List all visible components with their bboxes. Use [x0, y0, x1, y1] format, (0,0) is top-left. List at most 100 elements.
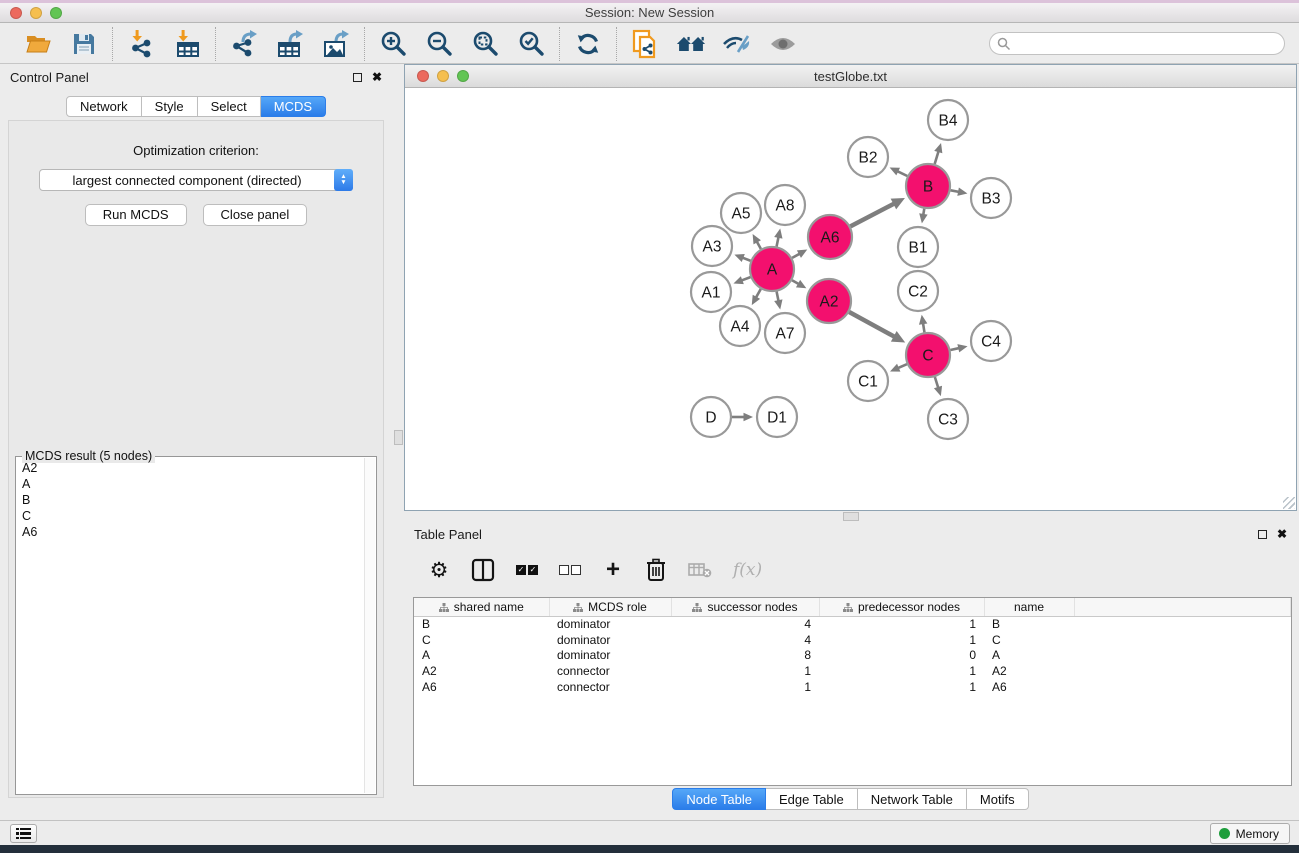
mcds-result-list[interactable]: A2ABCA6 — [19, 460, 363, 791]
edge-A-A7[interactable] — [777, 292, 779, 302]
float-table-panel-icon[interactable] — [1258, 530, 1267, 539]
zoom-view-button[interactable] — [457, 70, 469, 82]
cell-shared-name[interactable]: A2 — [414, 663, 549, 679]
table-row[interactable]: A6connector11A6 — [414, 679, 1291, 695]
cell-predecessor-nodes[interactable]: 1 — [819, 679, 984, 695]
column-header-successor-nodes[interactable]: successor nodes — [671, 598, 819, 616]
cell-successor-nodes[interactable]: 1 — [671, 679, 819, 695]
show-all-icon[interactable] — [768, 29, 798, 59]
edge-A-A4[interactable] — [756, 289, 761, 298]
cell-successor-nodes[interactable]: 8 — [671, 648, 819, 664]
edge-B-B4[interactable] — [935, 151, 939, 164]
zoom-out-icon[interactable] — [424, 29, 454, 59]
cell-predecessor-nodes[interactable]: 1 — [819, 632, 984, 648]
tab-mcds[interactable]: MCDS — [261, 96, 326, 117]
tab-style[interactable]: Style — [142, 96, 198, 117]
cell-successor-nodes[interactable]: 4 — [671, 616, 819, 632]
hide-selected-icon[interactable] — [722, 29, 752, 59]
cell-name[interactable]: C — [984, 632, 1074, 648]
save-session-icon[interactable] — [69, 29, 99, 59]
cell-predecessor-nodes[interactable]: 1 — [819, 663, 984, 679]
cell-name[interactable]: A6 — [984, 679, 1074, 695]
open-session-icon[interactable] — [23, 29, 53, 59]
table-row[interactable]: A2connector11A2 — [414, 663, 1291, 679]
network-canvas[interactable]: AA1A2A3A4A5A6A7A8BB1B2B3B4CC1C2C3C4DD1 — [405, 88, 1296, 510]
add-column-icon[interactable]: + — [602, 557, 624, 583]
export-table-icon[interactable] — [275, 29, 305, 59]
result-item[interactable]: A2 — [19, 460, 363, 476]
column-header-predecessor-nodes[interactable]: predecessor nodes — [819, 598, 984, 616]
edge-A2-C[interactable] — [849, 312, 895, 337]
memory-button[interactable]: Memory — [1210, 823, 1290, 844]
zoom-fit-icon[interactable] — [470, 29, 500, 59]
export-image-icon[interactable] — [321, 29, 351, 59]
edge-C-C3[interactable] — [935, 377, 939, 389]
zoom-in-icon[interactable] — [378, 29, 408, 59]
export-network-icon[interactable] — [229, 29, 259, 59]
result-scrollbar[interactable] — [364, 458, 375, 793]
column-visibility-icon[interactable] — [471, 557, 495, 583]
criterion-dropdown[interactable]: largest connected component (directed) ▲… — [39, 169, 353, 191]
cell-successor-nodes[interactable]: 1 — [671, 663, 819, 679]
result-item[interactable]: C — [19, 508, 363, 524]
select-all-icon[interactable]: ✓✓ — [516, 557, 538, 583]
cell-name[interactable]: B — [984, 616, 1074, 632]
table-row[interactable]: Cdominator41C — [414, 632, 1291, 648]
new-network-from-selection-icon[interactable] — [630, 29, 660, 59]
run-mcds-button[interactable]: Run MCDS — [85, 204, 187, 226]
tab-edge-table[interactable]: Edge Table — [766, 788, 858, 810]
tab-network[interactable]: Network — [66, 96, 142, 117]
minimize-view-button[interactable] — [437, 70, 449, 82]
cell-MCDS-role[interactable]: connector — [549, 663, 671, 679]
edge-A6-B[interactable] — [850, 203, 894, 226]
import-network-icon[interactable] — [126, 29, 156, 59]
close-panel-icon[interactable]: ✖ — [372, 72, 382, 82]
close-table-panel-icon[interactable]: ✖ — [1277, 529, 1287, 539]
delete-column-icon[interactable] — [645, 557, 667, 583]
cell-MCDS-role[interactable]: dominator — [549, 616, 671, 632]
result-item[interactable]: A — [19, 476, 363, 492]
cell-shared-name[interactable]: C — [414, 632, 549, 648]
minimize-window-button[interactable] — [30, 7, 42, 19]
cell-shared-name[interactable]: A6 — [414, 679, 549, 695]
tab-motifs[interactable]: Motifs — [967, 788, 1029, 810]
refresh-icon[interactable] — [573, 29, 603, 59]
result-item[interactable]: A6 — [19, 524, 363, 540]
vertical-splitter-grip[interactable] — [394, 430, 403, 445]
edge-C-C1[interactable] — [897, 364, 907, 368]
cell-predecessor-nodes[interactable]: 0 — [819, 648, 984, 664]
edge-A-A1[interactable] — [741, 277, 751, 281]
column-header-MCDS-role[interactable]: MCDS role — [549, 598, 671, 616]
table-settings-icon[interactable]: ⚙ — [428, 557, 450, 583]
edge-A-A8[interactable] — [777, 236, 779, 246]
cell-predecessor-nodes[interactable]: 1 — [819, 616, 984, 632]
column-header-shared-name[interactable]: shared name — [414, 598, 549, 616]
zoom-window-button[interactable] — [50, 7, 62, 19]
tab-select[interactable]: Select — [198, 96, 261, 117]
cell-name[interactable]: A — [984, 648, 1074, 664]
cell-successor-nodes[interactable]: 4 — [671, 632, 819, 648]
column-header-name[interactable]: name — [984, 598, 1074, 616]
close-panel-button[interactable]: Close panel — [203, 204, 308, 226]
cell-MCDS-role[interactable]: connector — [549, 679, 671, 695]
table-row[interactable]: Bdominator41B — [414, 616, 1291, 632]
deselect-all-icon[interactable] — [559, 557, 581, 583]
edge-B-B2[interactable] — [897, 171, 907, 176]
task-history-button[interactable] — [10, 824, 37, 843]
tab-node-table[interactable]: Node Table — [672, 788, 766, 810]
cell-shared-name[interactable]: B — [414, 616, 549, 632]
tab-network-table[interactable]: Network Table — [858, 788, 967, 810]
close-view-button[interactable] — [417, 70, 429, 82]
first-neighbors-icon[interactable] — [676, 29, 706, 59]
cell-MCDS-role[interactable]: dominator — [549, 648, 671, 664]
cell-name[interactable]: A2 — [984, 663, 1074, 679]
close-window-button[interactable] — [10, 7, 22, 19]
result-item[interactable]: B — [19, 492, 363, 508]
import-table-icon[interactable] — [172, 29, 202, 59]
zoom-selected-icon[interactable] — [516, 29, 546, 59]
horizontal-splitter-grip[interactable] — [843, 512, 859, 521]
float-panel-icon[interactable] — [353, 73, 362, 82]
table-row[interactable]: Adominator80A — [414, 648, 1291, 664]
search-input[interactable] — [989, 32, 1285, 55]
resize-grip-icon[interactable] — [1283, 497, 1295, 509]
